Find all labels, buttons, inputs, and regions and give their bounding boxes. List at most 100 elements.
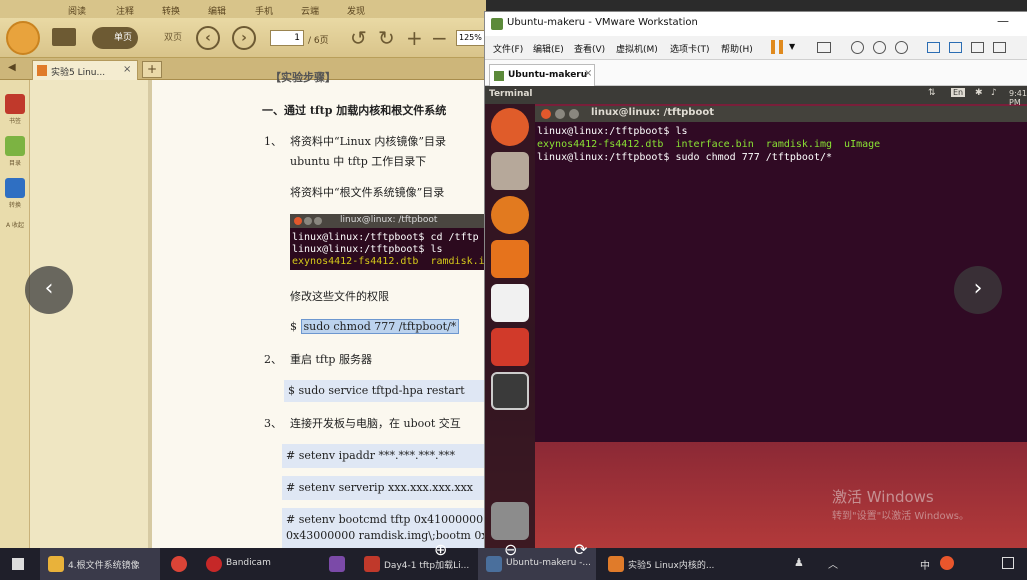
vm-tab[interactable]: Ubuntu-makeru × (489, 64, 595, 86)
pause-dropdown-icon[interactable]: ▼ (789, 42, 795, 51)
terminal-minimize-icon[interactable] (555, 109, 565, 119)
menu-view[interactable]: 查看(V) (574, 42, 605, 55)
taskbar-item-reader[interactable]: 实验5 Linux内核的... (600, 548, 718, 580)
menu-tabs[interactable]: 选项卡(T) (670, 42, 710, 55)
zoom-in-overlay-icon[interactable]: ⊕ (434, 540, 447, 559)
sidebar-toggle-icon[interactable] (927, 42, 940, 53)
restart-command-box[interactable]: $ sudo service tftpd-hpa restart (284, 380, 486, 402)
bootcmd-line-2: 0x43000000 ramdisk.img\;bootm 0x4 (286, 529, 495, 542)
zoom-level-input[interactable]: 125% (456, 30, 486, 46)
fullscreen-icon[interactable] (971, 42, 984, 53)
convert-icon[interactable] (5, 178, 25, 198)
keyboard-lang-indicator[interactable]: En (951, 88, 966, 97)
collapse-sidebar-icon[interactable]: ◀ (8, 62, 16, 73)
amazon-icon[interactable] (491, 284, 529, 322)
zoom-in-icon[interactable]: + (406, 26, 423, 50)
menu-edit-vm[interactable]: 编辑(E) (533, 42, 564, 55)
ipaddr-command-box[interactable]: # setenv ipaddr ***.***.***.*** (282, 444, 486, 468)
pause-icon[interactable] (771, 40, 783, 54)
toc-icon[interactable] (5, 136, 25, 156)
close-tab-icon[interactable]: × (123, 64, 131, 75)
bootcmd-command-box[interactable]: # setenv bootcmd tftp 0x41000000 uI 0x43… (282, 508, 498, 548)
vm-tab-close-icon[interactable]: × (584, 68, 592, 79)
software-center-icon[interactable] (491, 240, 529, 278)
taskbar-item-pdf1[interactable]: Day4-1 tftp加载Li... (356, 548, 474, 580)
folder-icon[interactable] (52, 28, 76, 46)
menu-file[interactable]: 文件(F) (493, 42, 523, 55)
new-tab-button[interactable]: + (142, 61, 162, 78)
terminal-maximize-icon[interactable] (569, 109, 579, 119)
step1-number: 1、 (264, 135, 282, 148)
collapse-label[interactable]: A 收起 (0, 220, 30, 229)
next-arrow-icon[interactable]: › (954, 266, 1002, 314)
menu-annotate[interactable]: 注释 (116, 4, 134, 17)
chmod-prompt: $ (290, 320, 297, 333)
chrome-icon (171, 556, 187, 572)
single-page-button[interactable]: 单页 (92, 27, 138, 49)
redo-icon[interactable]: ↻ (378, 26, 395, 50)
tray-ime-indicator[interactable]: 中 (920, 557, 930, 572)
tray-notification-icon[interactable] (1002, 557, 1014, 569)
menu-discover[interactable]: 发现 (347, 4, 365, 17)
terminal-window[interactable]: linux@linux: /tftpboot linux@linux:/tftp… (535, 106, 1027, 442)
step3-number: 3、 (264, 417, 282, 430)
files-icon[interactable] (491, 152, 529, 190)
zoom-out-overlay-icon[interactable]: ⊖ (504, 540, 517, 559)
undo-icon[interactable]: ↺ (350, 26, 367, 50)
vmware-logo-icon (491, 18, 503, 30)
menu-read[interactable]: 阅读 (68, 4, 86, 17)
firefox-icon[interactable] (491, 196, 529, 234)
vm-tab-label: Ubuntu-makeru (508, 70, 588, 80)
volume-icon[interactable]: ♪ (991, 88, 997, 98)
ubuntu-desktop: Terminal ⇅ En ✱ ♪ 9:41 PM linux@linux: /… (485, 86, 1027, 549)
send-keys-icon[interactable] (817, 42, 831, 53)
trash-icon[interactable] (491, 502, 529, 540)
minimize-icon[interactable]: — (997, 14, 1009, 28)
panel-clock[interactable]: 9:41 PM (1009, 89, 1027, 107)
next-page-icon[interactable]: › (232, 26, 256, 50)
page-number-input[interactable]: 1 (270, 30, 304, 46)
bluetooth-icon[interactable]: ✱ (975, 88, 983, 98)
activate-windows-title: 激活 Windows (832, 488, 934, 506)
modify-permission-text: 修改这些文件的权限 (290, 290, 389, 303)
tray-sogou-icon[interactable] (940, 556, 954, 570)
menu-help[interactable]: 帮助(H) (721, 42, 753, 55)
unity-icon[interactable] (993, 42, 1006, 53)
snapshot-restore-icon[interactable] (873, 41, 886, 54)
terminal-icon[interactable] (491, 372, 529, 410)
serverip-command-box[interactable]: # setenv serverip xxx.xxx.xxx.xxx (282, 476, 486, 500)
prev-page-icon[interactable]: ‹ (196, 26, 220, 50)
terminal-title: linux@linux: /tftpboot (591, 107, 714, 118)
bookmark-icon[interactable] (5, 94, 25, 114)
taskbar-item-vs[interactable] (322, 548, 352, 580)
taskbar-item-chrome[interactable] (164, 548, 194, 580)
menu-cloud[interactable]: 云端 (301, 4, 319, 17)
rotate-overlay-icon[interactable]: ⟳ (574, 540, 587, 559)
thumbnail-icon[interactable] (949, 42, 962, 53)
network-icon[interactable]: ⇅ (928, 88, 936, 98)
tray-person-icon[interactable]: ♟ (794, 556, 804, 569)
vm-tab-icon (494, 71, 504, 81)
taskbar-item-bandicam[interactable]: Bandicam (198, 548, 318, 580)
zoom-out-icon[interactable]: − (431, 26, 448, 50)
start-button[interactable] (0, 548, 36, 580)
snapshot-manager-icon[interactable] (895, 41, 908, 54)
document-tab[interactable]: 实验5 Linu... × (32, 60, 138, 80)
chmod-command-box[interactable]: $ sudo chmod 777 /tftpboot/* (288, 318, 486, 338)
snapshot-icon[interactable] (851, 41, 864, 54)
menu-phone[interactable]: 手机 (255, 4, 273, 17)
taskbar-label-reader: 实验5 Linux内核的... (628, 561, 715, 571)
vmware-tab-bar: Ubuntu-makeru × (485, 60, 1027, 86)
prev-arrow-icon[interactable]: ‹ (25, 266, 73, 314)
tray-chevron-icon[interactable]: ︿ (828, 556, 838, 571)
double-page-button[interactable]: 双页 (142, 27, 186, 49)
menu-vm[interactable]: 虚拟机(M) (616, 42, 658, 55)
terminal-close-icon[interactable] (541, 109, 551, 119)
menu-convert[interactable]: 转换 (162, 4, 180, 17)
ubuntu-dash-icon[interactable] (491, 108, 529, 146)
bookmark-label: 书签 (8, 118, 21, 125)
taskbar-item-folder[interactable]: 4.根文件系统镜像 (40, 548, 160, 580)
min-dot-icon (304, 217, 312, 225)
system-settings-icon[interactable] (491, 328, 529, 366)
menu-edit[interactable]: 编辑 (208, 4, 226, 17)
